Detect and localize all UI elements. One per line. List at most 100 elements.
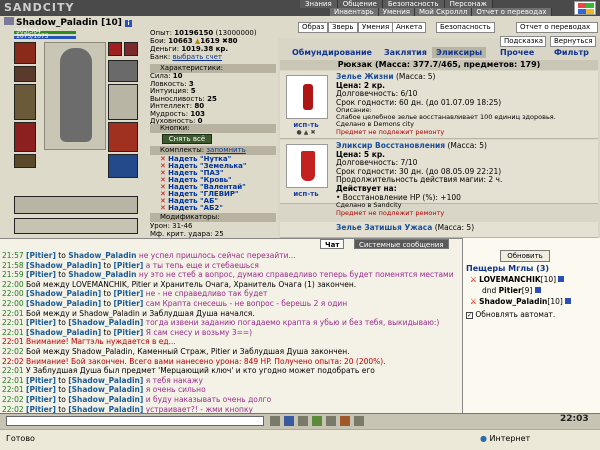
helmet-slot[interactable]: [14, 42, 36, 64]
tab-spells[interactable]: Заклятия: [384, 47, 427, 58]
profile-button[interactable]: Анкета: [392, 22, 427, 33]
chat-recipient[interactable]: [Pitier]: [113, 328, 143, 337]
chat-line: 22:01 У Заблудшая Душа был предмет 'Мерц…: [2, 366, 460, 376]
chat-text: Бой между LOVEMANCHIK, Pitier и Хранител…: [26, 279, 357, 289]
bottom-item-slots[interactable]: [14, 196, 138, 214]
chat-recipient[interactable]: [Pitier]: [113, 289, 143, 298]
toolbar-icon: [270, 416, 280, 426]
chat-time: 21:59: [2, 270, 24, 280]
chat-sender[interactable]: [Pitier]: [26, 270, 56, 279]
tab-filter[interactable]: Фильтр: [554, 47, 589, 58]
info-icon: [565, 298, 572, 304]
chat-sender[interactable]: [Pitier]: [26, 395, 56, 404]
tab-system-messages[interactable]: Системные сообщения: [354, 239, 449, 249]
ring-slot-1[interactable]: [108, 42, 122, 56]
characteristics-list: Сила: 10 Ловкость: 3 Интуиция: 5 Выносли…: [150, 72, 276, 126]
rune-slot[interactable]: [108, 154, 138, 178]
submenu-scroll[interactable]: Мой Скроллл: [414, 8, 473, 16]
kit-item[interactable]: ✕ Надеть "АБ2": [160, 204, 223, 212]
user-item[interactable]: ⚔ Shadow_Paladin[10]: [470, 296, 572, 307]
chat-recipient[interactable]: [Shadow_Paladin]: [68, 395, 143, 404]
chat-line: 22:01 [Shadow_Paladin] to [Pitier] Я сам…: [2, 327, 253, 337]
clock: 22:03: [560, 414, 589, 424]
chat-text: сам Крапта снесешь - не вопрос - берешь …: [145, 299, 348, 308]
chat-sender[interactable]: [Shadow_Paladin]: [26, 289, 101, 298]
chat-line: 22:01 Внимание! Магтэль нуждается в ед..…: [2, 337, 460, 347]
chat-sender[interactable]: [Pitier]: [26, 251, 56, 260]
chat-tabs: Чат Системные сообщения: [320, 239, 462, 249]
weapon-left-slot[interactable]: [14, 84, 36, 120]
chat-sender[interactable]: [Pitier]: [26, 385, 56, 394]
inventory-quick-slots[interactable]: [14, 218, 138, 234]
menu-communication[interactable]: Общение: [337, 0, 383, 8]
boots-slot[interactable]: [108, 122, 138, 152]
tab-other[interactable]: Прочее: [500, 47, 534, 58]
chat-sender[interactable]: [Pitier]: [26, 376, 56, 385]
tab-elixirs[interactable]: Эликсиры: [432, 47, 487, 58]
buttons-header[interactable]: Кнопки:: [150, 124, 276, 133]
belt-slot[interactable]: [14, 154, 36, 168]
menu-security[interactable]: Безопасность: [382, 0, 445, 8]
item-name[interactable]: Зелье Жизни: [336, 72, 394, 81]
chat-sender[interactable]: [Shadow_Paladin]: [26, 328, 101, 337]
bank-link[interactable]: выбрать счет: [173, 53, 223, 61]
info-icon: [534, 287, 541, 293]
chat-line: 22:01 [Pitier] to [Shadow_Paladin] я теб…: [2, 375, 203, 385]
gloves-slot[interactable]: [108, 60, 138, 82]
remove-all-button[interactable]: Снять всё: [162, 134, 212, 144]
chat-input[interactable]: [6, 416, 264, 426]
chat-recipient[interactable]: [Shadow_Paladin]: [68, 376, 143, 385]
chat-time: 22:01: [2, 385, 24, 395]
user-item[interactable]: dnd Pitier[9]: [470, 285, 571, 296]
item-name[interactable]: Зелье Затишья Ужаса: [336, 223, 432, 232]
menu-knowledge[interactable]: Знания: [300, 0, 338, 8]
chat-line: 22:01 [Pitier] to [Shadow_Paladin] я оче…: [2, 385, 206, 395]
menu-character[interactable]: Персонаж: [444, 0, 493, 8]
chat-text: Внимание! Магтэль нуждается в ед...: [26, 337, 176, 347]
user-item[interactable]: ⚔ LOVEMANCHIK[10]: [470, 274, 571, 285]
chat-text: Внимание! Бой закончен. Всего вами нанес…: [26, 356, 386, 366]
ring-slot-2[interactable]: [124, 42, 138, 56]
chat-recipient[interactable]: Shadow_Paladin: [68, 251, 136, 260]
use-item-link[interactable]: исп-ть: [290, 121, 322, 129]
image-button[interactable]: Образ: [298, 22, 329, 33]
info-icon[interactable]: i: [124, 20, 132, 27]
security-button[interactable]: Безопасность: [436, 22, 495, 33]
return-button[interactable]: Вернуться: [550, 36, 596, 47]
chat-line: 22:01 Бой между и Shadow_Paladin и Заблу…: [2, 309, 460, 319]
tab-equipment[interactable]: Обмундирование: [292, 47, 372, 58]
armor-slot[interactable]: [14, 122, 36, 152]
kits-header[interactable]: Комплекты: запомнить: [150, 146, 276, 155]
skills-button[interactable]: Умения: [358, 22, 394, 33]
chat-text: не успел пришлось сейчас перезайти...: [138, 251, 296, 260]
chat-recipient[interactable]: Shadow_Paladin: [68, 270, 136, 279]
chat-time: 22:01: [2, 366, 24, 376]
chat-sender[interactable]: [Pitier]: [26, 318, 56, 327]
transfers-button[interactable]: Отчет о переводах: [516, 22, 598, 33]
use-item-link[interactable]: исп-ть: [290, 190, 322, 198]
modifiers-header[interactable]: Модификаторы:: [150, 213, 276, 222]
chat-recipient[interactable]: [Shadow_Paladin]: [68, 318, 143, 327]
chat-recipient[interactable]: [Pitier]: [113, 299, 143, 308]
shield-slot[interactable]: [108, 84, 138, 120]
pet-button[interactable]: Зверь: [328, 22, 358, 33]
hint-button[interactable]: Подсказка: [500, 36, 546, 47]
item-actions-icons[interactable]: ● ▲ ✖: [290, 129, 322, 137]
submenu-transfers[interactable]: Отчет о переводах: [472, 8, 552, 16]
amulet-slot[interactable]: [14, 66, 36, 82]
refresh-button[interactable]: Обновить: [500, 250, 550, 262]
chat-recipient[interactable]: [Shadow_Paladin]: [68, 385, 143, 394]
chat-recipient[interactable]: [Pitier]: [113, 261, 143, 270]
status-ready: Готово: [6, 434, 35, 443]
inventory-item: исп-ть ● ▲ ✖ Зелье Жизни (Масса: 5) Цена…: [280, 71, 598, 139]
toolbar-icon: [340, 416, 350, 426]
tab-chat[interactable]: Чат: [320, 239, 345, 249]
submenu-skills[interactable]: Умения: [378, 8, 415, 16]
chat-text: я очень сильно: [145, 385, 206, 395]
auto-refresh-row[interactable]: ✓ Обновлять автомат.: [466, 310, 555, 319]
chat-sender[interactable]: [Shadow_Paladin]: [26, 261, 101, 270]
chat-toolbar-icons[interactable]: [270, 416, 550, 426]
chat-sender[interactable]: [Shadow_Paladin]: [26, 299, 101, 308]
submenu-inventory[interactable]: Инвентарь: [330, 8, 379, 16]
item-name[interactable]: Эликсир Восстановления: [336, 141, 445, 150]
